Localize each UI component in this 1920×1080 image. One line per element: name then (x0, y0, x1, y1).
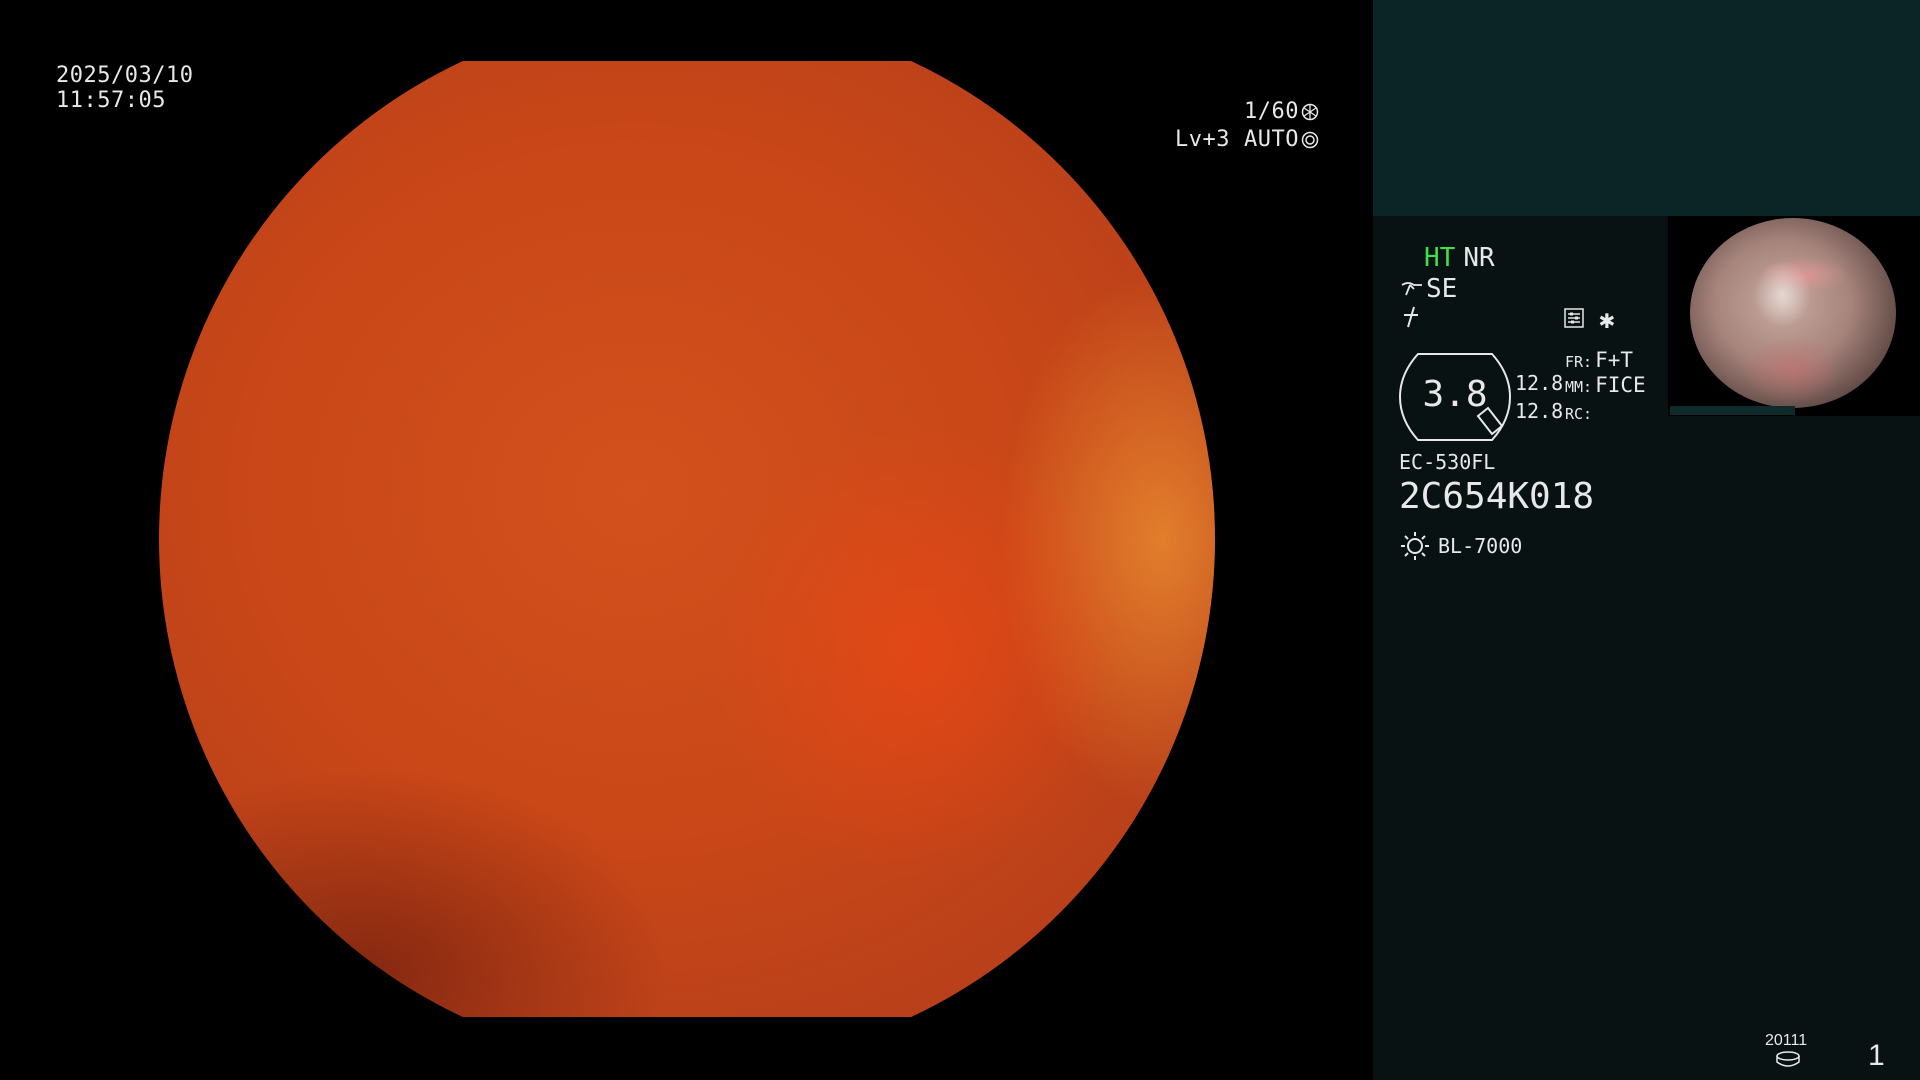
aperture-icon (1301, 103, 1319, 120)
shutter-speed-row: 1/60 (1244, 99, 1319, 124)
ht-nr-row: HT NR (1424, 243, 1495, 273)
light-source-row: BL-7000 (1400, 531, 1522, 561)
param-key: MM: (1565, 378, 1593, 396)
mini-endoscope-image[interactable] (1668, 216, 1920, 416)
zoom-detail-value-2: 12.8 (1515, 399, 1564, 423)
exam-time: 11:57:05 (56, 88, 166, 113)
scope-tip-icon (1401, 282, 1422, 296)
storage-disk-icon (1776, 1051, 1800, 1067)
scope-model: EC-530FL (1399, 450, 1496, 474)
exposure-level-row: Lv+3 AUTO (1175, 127, 1319, 152)
nr-indicator: NR (1463, 243, 1495, 273)
exposure-level: Lv+3 (1175, 127, 1231, 152)
light-source: BL-7000 (1438, 534, 1523, 558)
se-indicator: SE (1426, 274, 1458, 304)
param-mm: MM: FICE (1565, 373, 1646, 397)
exam-date: 2025/03/10 (56, 63, 194, 88)
zoom-value: 3.8 (1422, 374, 1488, 415)
freeze-icon (1400, 305, 1422, 336)
thumbnail-image (1690, 218, 1896, 408)
shutter-speed: 1/60 (1244, 99, 1299, 124)
param-key: RC: (1565, 405, 1593, 423)
thumbnail-bar (1670, 406, 1795, 415)
page-number: 1 (1868, 1039, 1885, 1072)
exposure-mode: AUTO (1244, 127, 1299, 152)
disk-label: 20111 (1765, 1032, 1808, 1049)
zoom-detail-value-1: 12.8 (1515, 371, 1564, 395)
param-key: FR: (1565, 353, 1593, 371)
scope-serial: 2C654K018 (1399, 476, 1595, 517)
se-row: SE (1400, 274, 1457, 304)
iris-icon (1301, 131, 1319, 148)
endoscope-image (159, 61, 1215, 1017)
ht-indicator: HT (1424, 243, 1456, 273)
lamp-icon (1401, 532, 1429, 560)
param-value: FICE (1595, 373, 1646, 397)
param-value: F+T (1595, 348, 1634, 372)
param-rc: RC: (1565, 400, 1595, 424)
patient-info-area (1373, 0, 1920, 216)
settings-list-icon (1564, 308, 1584, 328)
asterisk-icon: ✱ (1599, 305, 1615, 335)
param-fr: FR: F+T (1565, 348, 1633, 372)
